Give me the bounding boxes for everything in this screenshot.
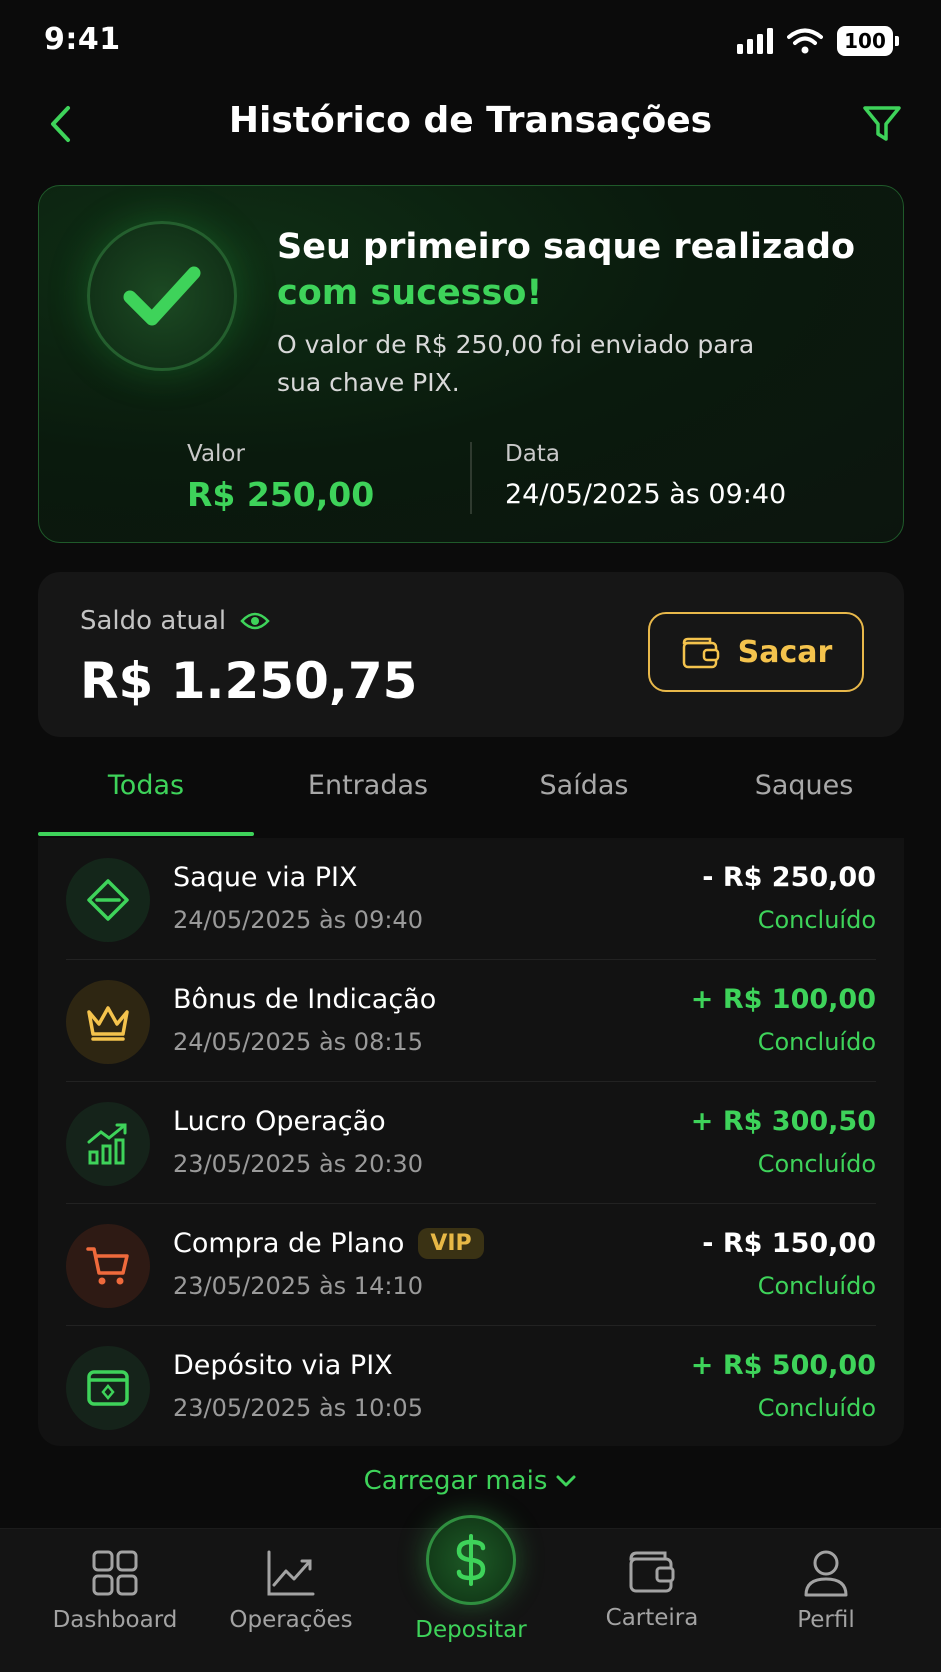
deposit-fab[interactable] [426, 1515, 516, 1605]
filter-icon [863, 106, 901, 141]
card-divider [470, 442, 472, 514]
nav-operacoes[interactable]: Operações [211, 1549, 371, 1633]
transaction-title: Saque via PIX [173, 862, 358, 893]
success-date-block: Data 24/05/2025 às 09:40 [505, 441, 786, 510]
transaction-row[interactable]: Saque via PIX 24/05/2025 às 09:40 - R$ 2… [38, 838, 904, 960]
transaction-title: Compra de Plano VIP [173, 1228, 484, 1259]
dollar-icon [456, 1534, 486, 1586]
tab-saques[interactable]: Saques [696, 770, 912, 801]
user-icon [804, 1550, 848, 1597]
grid-icon [92, 1550, 138, 1596]
success-title-line1: Seu primeiro saque realizado [277, 227, 856, 267]
bottom-nav: Dashboard Operações Depositar Carteira P… [0, 1515, 941, 1672]
date-label: Data [505, 441, 560, 467]
vip-badge: VIP [418, 1228, 484, 1259]
eye-icon[interactable] [240, 611, 270, 631]
check-icon [123, 266, 201, 326]
transaction-status: Concluído [757, 1028, 876, 1056]
withdraw-label: Sacar [737, 634, 833, 670]
line-chart-icon [267, 1550, 315, 1596]
transaction-status: Concluído [757, 906, 876, 934]
transaction-amount: + R$ 500,00 [690, 1350, 876, 1381]
deposit-card-icon [66, 1346, 150, 1430]
active-tab-indicator [38, 832, 254, 836]
transaction-date: 23/05/2025 às 10:05 [173, 1394, 423, 1422]
value-amount: R$ 250,00 [187, 475, 375, 514]
transaction-status: Concluído [757, 1394, 876, 1422]
transaction-status: Concluído [757, 1150, 876, 1178]
transaction-amount: + R$ 100,00 [690, 984, 876, 1015]
load-more-label: Carregar mais [363, 1466, 548, 1496]
filter-button[interactable] [857, 100, 907, 148]
balance-card: Saldo atual R$ 1.250,75 Sacar [38, 572, 904, 737]
success-value-block: Valor R$ 250,00 [187, 441, 374, 514]
success-title: Seu primeiro saque realizado com sucesso… [277, 224, 877, 316]
status-time: 9:41 [44, 22, 121, 57]
transaction-date: 24/05/2025 às 09:40 [173, 906, 423, 934]
chevron-down-icon [556, 1475, 576, 1487]
transaction-amount: + R$ 300,50 [690, 1106, 876, 1137]
transaction-date: 23/05/2025 às 14:10 [173, 1272, 423, 1300]
nav-depositar[interactable]: Depositar [391, 1617, 551, 1643]
tab-entradas[interactable]: Entradas [260, 770, 476, 801]
tab-todas[interactable]: Todas [38, 770, 254, 801]
success-check-badge [87, 221, 237, 371]
balance-label: Saldo atual [80, 606, 227, 636]
crown-icon [66, 980, 150, 1064]
success-title-line2: com sucesso! [277, 273, 543, 313]
tab-saidas[interactable]: Saídas [476, 770, 692, 801]
balance-amount: R$ 1.250,75 [80, 652, 418, 710]
transaction-title: Lucro Operação [173, 1106, 386, 1137]
transaction-row[interactable]: Lucro Operação 23/05/2025 às 20:30 + R$ … [38, 1082, 904, 1204]
wallet-icon [629, 1551, 675, 1593]
cart-icon [66, 1224, 150, 1308]
transaction-amount: - R$ 150,00 [702, 1228, 876, 1259]
success-message: O valor de R$ 250,00 foi enviado para su… [277, 330, 755, 397]
value-label: Valor [187, 441, 245, 467]
signal-icon [737, 28, 773, 54]
date-value: 24/05/2025 às 09:40 [505, 479, 787, 510]
balance-label-row: Saldo atual [80, 606, 270, 636]
transaction-row[interactable]: Depósito via PIX 23/05/2025 às 10:05 + R… [38, 1326, 904, 1446]
withdraw-button[interactable]: Sacar [648, 612, 864, 692]
wallet-icon [682, 637, 719, 669]
transaction-row[interactable]: Compra de Plano VIP 23/05/2025 às 14:10 … [38, 1204, 904, 1326]
transaction-title: Bônus de Indicação [173, 984, 437, 1015]
page-title: Histórico de Transações [228, 100, 713, 141]
battery-indicator: 100 [837, 26, 899, 56]
transaction-row[interactable]: Bônus de Indicação 24/05/2025 às 08:15 +… [38, 960, 904, 1082]
nav-dashboard[interactable]: Dashboard [35, 1549, 195, 1633]
status-icons: 100 [737, 26, 899, 56]
transaction-status: Concluído [757, 1272, 876, 1300]
transaction-amount: - R$ 250,00 [702, 862, 876, 893]
transaction-list: Saque via PIX 24/05/2025 às 09:40 - R$ 2… [38, 838, 904, 1446]
chart-up-icon [66, 1102, 150, 1186]
success-card: Seu primeiro saque realizado com sucesso… [38, 185, 904, 543]
transaction-title: Depósito via PIX [173, 1350, 393, 1381]
load-more-button[interactable]: Carregar mais [0, 1466, 941, 1496]
transaction-date: 23/05/2025 às 20:30 [173, 1150, 423, 1178]
wifi-icon [787, 28, 823, 54]
nav-perfil[interactable]: Perfil [746, 1549, 906, 1633]
pix-icon [66, 858, 150, 942]
transaction-date: 24/05/2025 às 08:15 [173, 1028, 423, 1056]
nav-carteira[interactable]: Carteira [572, 1549, 732, 1631]
